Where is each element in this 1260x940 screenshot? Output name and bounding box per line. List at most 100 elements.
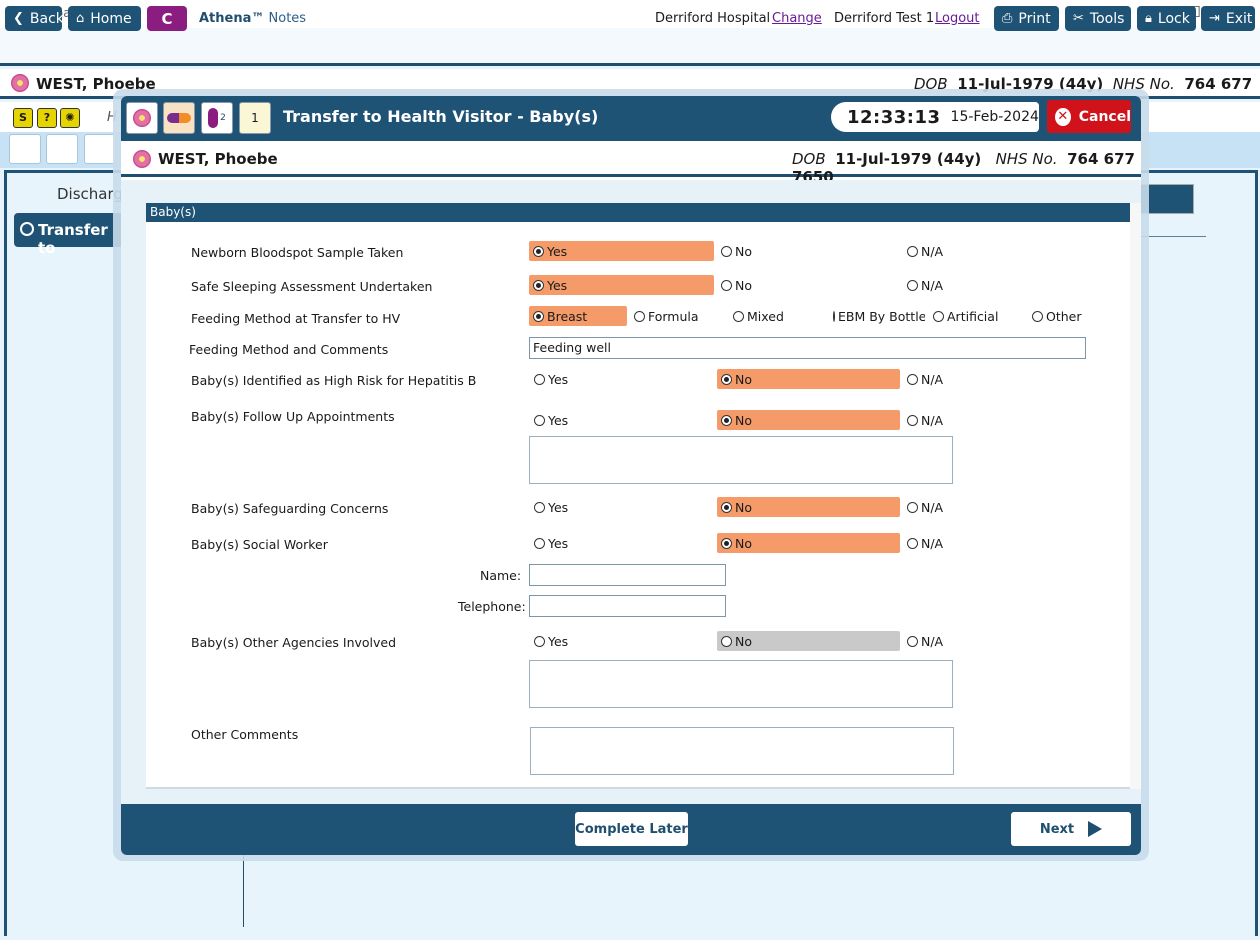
- background-vertical-divider: [243, 855, 244, 927]
- help-icon[interactable]: ?: [37, 108, 57, 128]
- radio-selected-icon: [533, 279, 544, 291]
- top-toolbar: [0, 28, 1260, 66]
- flower-icon: [133, 150, 151, 168]
- hep-b-yes-radio[interactable]: Yes: [534, 369, 568, 389]
- social-worker-telephone-input[interactable]: [529, 595, 726, 617]
- safeguarding-no-radio[interactable]: No: [717, 497, 900, 517]
- app-name-bold: Athena™: [199, 11, 265, 26]
- modal-flower-tab[interactable]: [126, 102, 158, 134]
- back-label: Back: [29, 10, 64, 27]
- home-button[interactable]: ⌂ Home: [68, 6, 141, 31]
- modal-baby-tab[interactable]: 2: [201, 102, 233, 134]
- follow-up-details-textarea[interactable]: [529, 436, 953, 484]
- complete-later-button[interactable]: Complete Later: [575, 812, 688, 846]
- social-worker-no-radio[interactable]: No: [717, 533, 900, 553]
- baby-count-badge: 2: [220, 113, 226, 123]
- modal-notes-tab[interactable]: 1: [239, 102, 271, 134]
- notes-icon: 1: [251, 111, 259, 125]
- safeguarding-yes-radio[interactable]: Yes: [534, 497, 568, 517]
- c-button[interactable]: C: [147, 6, 187, 31]
- radio-selected-icon: [533, 245, 544, 257]
- hep-b-label: Baby(s) Identified as High Risk for Hepa…: [191, 373, 477, 388]
- safe-sleep-yes-radio[interactable]: Yes: [529, 275, 714, 295]
- feeding-comments-input[interactable]: Feeding well: [529, 337, 1086, 359]
- safe-sleep-no-radio[interactable]: No: [721, 275, 752, 295]
- close-icon: ✕: [1055, 107, 1071, 126]
- hep-b-no-radio[interactable]: No: [717, 369, 900, 389]
- safeguarding-label: Baby(s) Safeguarding Concerns: [191, 501, 389, 516]
- lock-button[interactable]: 🔒︎ Lock: [1137, 6, 1196, 31]
- logout-link[interactable]: Logout: [935, 11, 980, 26]
- radio-icon: [634, 310, 645, 322]
- radio-label: Artificial: [947, 308, 999, 324]
- user-name: Derriford Test 1: [834, 11, 935, 26]
- other-agencies-details-textarea[interactable]: [529, 660, 953, 708]
- social-worker-telephone-label: Telephone:: [458, 599, 526, 614]
- radio-icon: [907, 635, 918, 647]
- social-worker-name-label: Name:: [480, 568, 522, 583]
- form-scrollbar[interactable]: [1130, 203, 1141, 789]
- other-agencies-yes-radio[interactable]: Yes: [534, 631, 568, 651]
- cancel-button[interactable]: ✕ Cancel: [1047, 100, 1131, 133]
- feeding-artificial-radio[interactable]: Artificial: [933, 306, 998, 326]
- feeding-ebm-radio[interactable]: EBM By Bottle: [833, 306, 925, 326]
- cancel-label: Cancel: [1078, 108, 1131, 125]
- hep-b-na-radio[interactable]: N/A: [907, 369, 943, 389]
- bg-medication-tab[interactable]: [46, 134, 78, 164]
- feeding-mixed-radio[interactable]: Mixed: [733, 306, 784, 326]
- bg-flower-tab[interactable]: [9, 134, 41, 164]
- bg-baby-tab[interactable]: [84, 134, 116, 164]
- radio-label: Yes: [548, 371, 569, 387]
- radio-icon: [933, 310, 944, 322]
- print-button[interactable]: ⎙ Print: [994, 6, 1059, 31]
- tools-icon: ✂: [1073, 11, 1084, 26]
- exit-button[interactable]: ⇥ Exit: [1201, 6, 1255, 31]
- hospital-name: Derriford Hospital: [655, 11, 771, 26]
- other-agencies-no-radio[interactable]: No: [717, 631, 900, 651]
- bloodspot-label: Newborn Bloodspot Sample Taken: [191, 245, 404, 260]
- radio-icon: [534, 537, 545, 549]
- follow-up-yes-radio[interactable]: Yes: [534, 410, 568, 430]
- radio-icon: [721, 245, 732, 257]
- safe-sleep-na-radio[interactable]: N/A: [907, 275, 943, 295]
- nhs-label: NHS No.: [995, 150, 1058, 168]
- modal-medication-tab[interactable]: [163, 102, 195, 134]
- follow-up-no-radio[interactable]: No: [717, 410, 900, 430]
- radio-label: Formula: [648, 308, 699, 324]
- radio-label: EBM By Bottle: [838, 308, 925, 324]
- tools-button[interactable]: ✂ Tools: [1065, 6, 1131, 31]
- flower-icon: [11, 74, 29, 92]
- settings-icon[interactable]: ✺: [60, 108, 80, 128]
- back-button[interactable]: ❮ Back: [5, 6, 64, 31]
- print-label: Print: [1018, 10, 1051, 27]
- radio-label: N/A: [921, 371, 944, 387]
- social-worker-yes-radio[interactable]: Yes: [534, 533, 568, 553]
- summary-icon[interactable]: S: [13, 108, 33, 128]
- bloodspot-yes-radio[interactable]: Yes: [529, 241, 714, 261]
- social-worker-na-radio[interactable]: N/A: [907, 533, 943, 553]
- bloodspot-no-radio[interactable]: No: [721, 241, 752, 261]
- radio-selected-icon: [533, 310, 544, 322]
- change-hospital-link[interactable]: Change: [772, 11, 822, 26]
- safeguarding-na-radio[interactable]: N/A: [907, 497, 943, 517]
- social-worker-name-input[interactable]: [529, 564, 726, 586]
- next-button[interactable]: Next: [1011, 812, 1131, 846]
- feeding-formula-radio[interactable]: Formula: [634, 306, 699, 326]
- radio-icon: [907, 414, 918, 426]
- play-arrow-icon: [1088, 821, 1103, 837]
- radio-label: No: [735, 535, 752, 551]
- follow-up-na-radio[interactable]: N/A: [907, 410, 943, 430]
- radio-label: Yes: [548, 499, 569, 515]
- next-label: Next: [1039, 821, 1075, 837]
- clock-date: 15-Feb-2024: [950, 109, 1039, 125]
- other-agencies-na-radio[interactable]: N/A: [907, 631, 943, 651]
- lock-icon: 🔒︎: [1145, 11, 1152, 26]
- feeding-breast-radio[interactable]: Breast: [529, 306, 627, 326]
- follow-up-label: Baby(s) Follow Up Appointments: [191, 409, 395, 424]
- clock-display: 12:33:13 15-Feb-2024: [831, 102, 1039, 132]
- other-comments-textarea[interactable]: [530, 727, 954, 775]
- feeding-other-radio[interactable]: Other: [1032, 306, 1082, 326]
- radio-label: No: [735, 499, 752, 515]
- bloodspot-na-radio[interactable]: N/A: [907, 241, 943, 261]
- lock-label: Lock: [1157, 10, 1190, 27]
